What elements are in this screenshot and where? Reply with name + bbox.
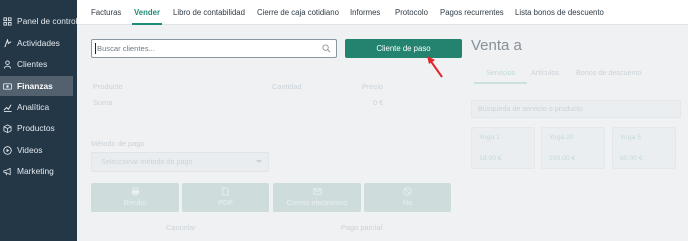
- megaphone-icon: [3, 167, 12, 176]
- box-icon: [3, 123, 12, 133]
- sidebar-item-products[interactable]: Productos: [0, 118, 74, 138]
- sidebar-item-label: Productos: [17, 123, 55, 133]
- email-button[interactable]: Correo electrónico: [273, 183, 361, 212]
- service-name: Yoga 20: [549, 134, 574, 141]
- sidebar-item-marketing[interactable]: Marketing: [0, 161, 74, 181]
- tab-sell[interactable]: Vender: [131, 0, 163, 25]
- dashboard-icon: [3, 16, 12, 26]
- column-header-price: Precio: [362, 82, 383, 91]
- payment-method-select[interactable]: Seleccionar método de pago: [91, 152, 269, 172]
- print-icon: [131, 187, 139, 196]
- chevron-down-icon: [256, 160, 262, 163]
- sidebar-item-label: Marketing: [17, 166, 54, 176]
- document-icon: [222, 187, 229, 196]
- service-name: Yoga 5: [620, 134, 641, 141]
- sidebar-item-label: Finanzas: [17, 81, 53, 91]
- tab-articles[interactable]: Artículos: [531, 68, 559, 77]
- pdf-button[interactable]: PDF: [182, 183, 269, 212]
- service-price: 18,00 €: [479, 155, 502, 162]
- payment-method-value: Seleccionar método de pago: [101, 157, 193, 166]
- payment-method-label: Método de pago: [91, 139, 145, 148]
- sum-label: Suma: [93, 98, 113, 107]
- top-tabs: Facturas Vender Libro de contabilidad Ci…: [77, 0, 688, 25]
- service-search-placeholder: Búsqueda de servicio o producto: [478, 104, 583, 113]
- tab-invoices[interactable]: Facturas: [91, 0, 121, 25]
- tab-reports[interactable]: Informes: [350, 0, 380, 25]
- partial-payment-link[interactable]: Pago parcial: [341, 223, 382, 232]
- column-header-product: Producto: [93, 82, 123, 91]
- tab-discount-vouchers[interactable]: Lista bonos de descuento: [515, 0, 604, 25]
- tab-recurring-payments[interactable]: Pagos recurrentes: [440, 0, 504, 25]
- service-price: 80,00 €: [620, 155, 643, 162]
- sale-to-title: Venta a: [471, 37, 522, 54]
- tab-services[interactable]: Servicios: [473, 68, 528, 84]
- no-receipt-button[interactable]: No: [364, 183, 451, 212]
- money-icon: [3, 82, 12, 91]
- sum-value: 0 €: [373, 98, 384, 107]
- sidebar-item-videos[interactable]: Videos: [0, 140, 74, 160]
- email-button-label: Correo electrónico: [286, 198, 348, 207]
- search-icon: [322, 44, 331, 53]
- cancel-link[interactable]: Cancelar: [166, 223, 196, 232]
- cancel-icon: [403, 187, 412, 196]
- sidebar-item-activities[interactable]: Actividades: [0, 33, 74, 53]
- client-search-placeholder: Buscar clientes...: [97, 44, 155, 53]
- sidebar-item-label: Analítica: [17, 102, 50, 112]
- tab-protocol[interactable]: Protocolo: [395, 0, 428, 25]
- sidebar-item-label: Panel de control: [17, 16, 78, 26]
- service-search-input[interactable]: Búsqueda de servicio o producto: [471, 100, 681, 118]
- sidebar: Panel de control Actividades Clientes Fi…: [0, 0, 78, 241]
- play-icon: [3, 145, 12, 155]
- client-search-input[interactable]: Buscar clientes...: [91, 39, 337, 58]
- pdf-button-label: PDF: [218, 198, 233, 207]
- sidebar-item-analytics[interactable]: Analítica: [0, 97, 74, 117]
- user-icon: [3, 59, 12, 69]
- tab-ledger[interactable]: Libro de contabilidad: [173, 0, 245, 25]
- receipt-button[interactable]: Recibo: [91, 183, 179, 212]
- service-card[interactable]: Yoga 1 18,00 €: [471, 127, 535, 169]
- sidebar-item-dashboard[interactable]: Panel de control: [0, 11, 78, 31]
- mail-icon: [312, 188, 322, 195]
- tab-daily-closing[interactable]: Cierre de caja cotidiano: [257, 0, 339, 25]
- text-cursor: [95, 43, 96, 54]
- annotation-arrow-icon: [427, 56, 443, 78]
- sidebar-item-label: Clientes: [17, 59, 48, 69]
- sidebar-item-label: Videos: [17, 145, 43, 155]
- service-card[interactable]: Yoga 5 80,00 €: [612, 127, 676, 169]
- service-card[interactable]: Yoga 20 250,00 €: [541, 127, 605, 169]
- column-header-quantity: Cantidad: [272, 82, 302, 91]
- tab-vouchers[interactable]: Bonos de descuento: [576, 68, 642, 77]
- activity-icon: [3, 38, 12, 48]
- sidebar-item-label: Actividades: [17, 38, 60, 48]
- service-name: Yoga 1: [479, 134, 500, 141]
- sidebar-item-finances[interactable]: Finanzas: [0, 76, 73, 96]
- sidebar-item-clients[interactable]: Clientes: [0, 54, 74, 74]
- no-receipt-button-label: No: [402, 198, 413, 207]
- receipt-button-label: Recibo: [123, 198, 147, 207]
- service-price: 250,00 €: [549, 155, 576, 162]
- chart-icon: [3, 103, 12, 112]
